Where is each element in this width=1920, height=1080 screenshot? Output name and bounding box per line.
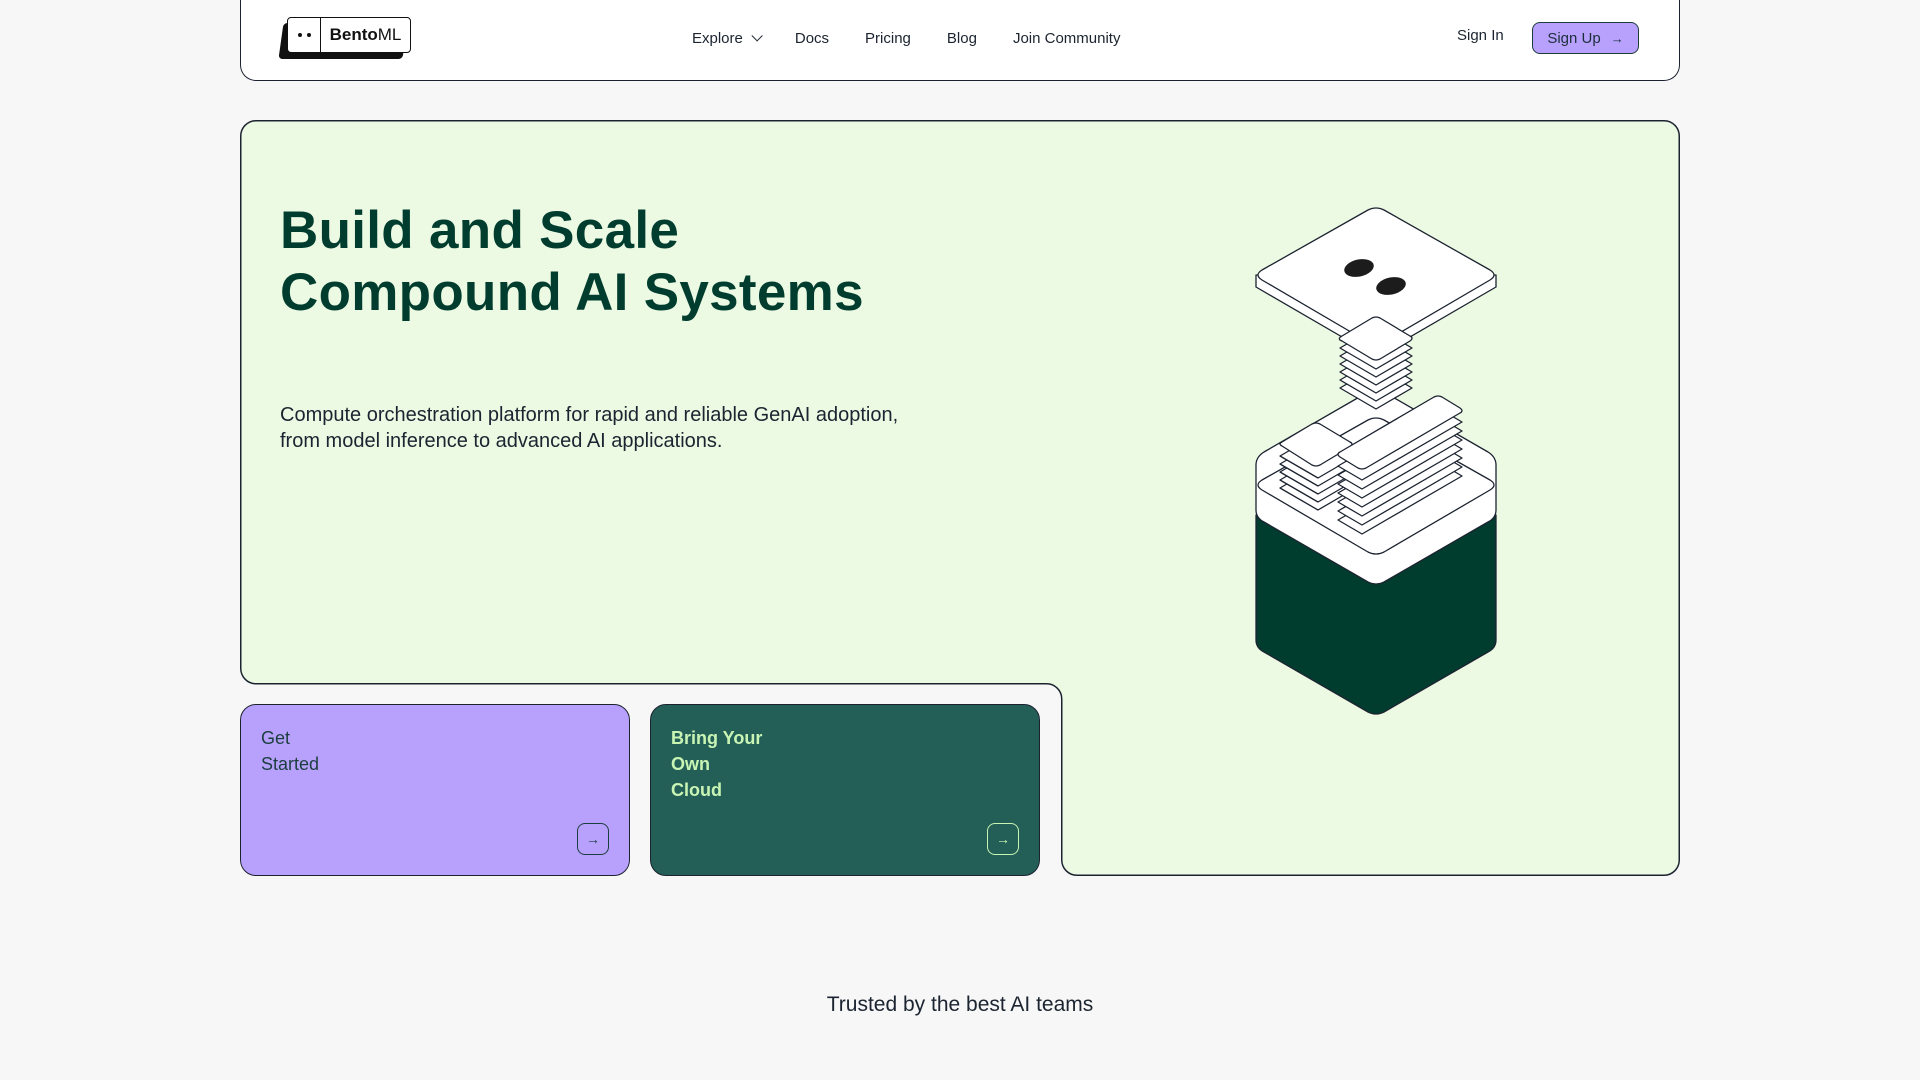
nav-join-community[interactable]: Join Community	[1013, 30, 1121, 47]
sign-up-label: Sign Up	[1547, 29, 1601, 47]
back-stack	[1338, 316, 1413, 410]
logo-text: Bento ML	[321, 18, 410, 52]
nav-links: Explore Docs Pricing Blog Join Community	[692, 0, 1156, 78]
bring-your-own-cloud-card[interactable]: Bring Your Own Cloud →	[650, 704, 1040, 876]
top-navigation: Bento ML Explore Docs Pricing Blog Join C…	[240, 0, 1680, 81]
sign-in-link[interactable]: Sign In	[1457, 27, 1504, 44]
hero-title-line-1: Build and Scale	[280, 201, 680, 260]
logo-text-regular: ML	[377, 25, 402, 44]
logo-dots-icon	[288, 18, 321, 52]
byoc-title: Bring Your Own Cloud	[671, 725, 762, 803]
nav-explore-label: Explore	[692, 29, 743, 47]
card-title-line: Bring Your	[671, 728, 763, 748]
chevron-down-icon	[751, 30, 763, 42]
get-started-title: Get Started	[261, 725, 319, 777]
hero-title: Build and Scale Compound AI Systems	[280, 200, 864, 324]
card-title-line: Started	[261, 754, 320, 774]
hero-description: Compute orchestration platform for rapid…	[280, 404, 899, 452]
arrow-right-icon[interactable]: →	[987, 823, 1019, 855]
logo-box: Bento ML	[287, 17, 411, 53]
card-title-line: Own	[671, 754, 710, 774]
nav-pricing[interactable]: Pricing	[865, 30, 911, 47]
logo-text-bold: Bento	[329, 25, 378, 44]
arrow-right-icon[interactable]: →	[577, 823, 609, 855]
card-title-line: Cloud	[671, 780, 722, 800]
card-title-line: Get	[261, 728, 291, 748]
nav-blog[interactable]: Blog	[947, 30, 977, 47]
sign-up-button[interactable]: Sign Up →	[1532, 22, 1639, 54]
arrow-right-icon: →	[1610, 30, 1624, 46]
nav-explore[interactable]: Explore	[692, 29, 763, 47]
hero-section: Build and Scale Compound AI Systems Comp…	[240, 120, 1680, 876]
nav-docs[interactable]: Docs	[795, 30, 829, 47]
bento-box-stack-illustration	[1255, 207, 1497, 715]
hero-title-line-2: Compound AI Systems	[280, 263, 864, 322]
bentoml-logo[interactable]: Bento ML	[278, 17, 411, 59]
get-started-card[interactable]: Get Started →	[240, 704, 630, 876]
trusted-by-heading: Trusted by the best AI teams	[826, 993, 1094, 1016]
